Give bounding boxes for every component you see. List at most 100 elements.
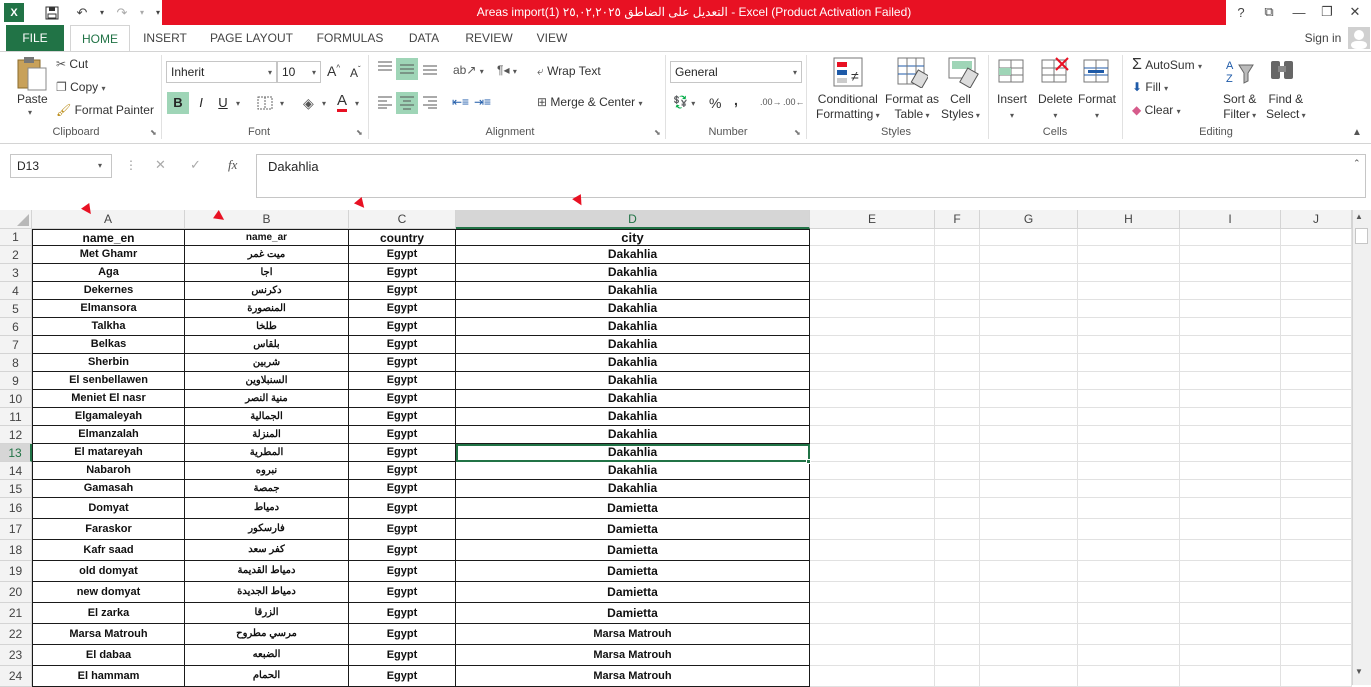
empty-cell[interactable]	[935, 372, 980, 390]
empty-cell[interactable]	[1180, 229, 1281, 246]
fill-handle[interactable]	[806, 459, 811, 464]
cell-b5[interactable]: المنصورة	[185, 300, 349, 318]
empty-cell[interactable]	[980, 372, 1078, 390]
insert-function-button[interactable]: fx	[228, 157, 237, 173]
row-header[interactable]: 8	[0, 354, 32, 372]
font-launcher-icon[interactable]: ⬊	[356, 128, 363, 137]
tab-view[interactable]: VIEW	[531, 25, 573, 51]
empty-cell[interactable]	[1281, 318, 1352, 336]
cell-a18[interactable]: Kafr saad	[32, 540, 185, 561]
empty-cell[interactable]	[1078, 519, 1180, 540]
empty-cell[interactable]	[810, 408, 935, 426]
empty-cell[interactable]	[935, 408, 980, 426]
cell-c2[interactable]: Egypt	[349, 246, 456, 264]
empty-cell[interactable]	[1078, 480, 1180, 498]
decrease-indent-icon[interactable]: ⇤≡	[452, 95, 469, 109]
cell-d2[interactable]: Dakahlia	[456, 246, 810, 264]
format-as-table-icon[interactable]	[896, 56, 930, 91]
cell-a3[interactable]: Aga	[32, 264, 185, 282]
cell-c7[interactable]: Egypt	[349, 336, 456, 354]
cell-d22[interactable]: Marsa Matrouh	[456, 624, 810, 645]
column-header-a[interactable]: A	[32, 210, 185, 229]
empty-cell[interactable]	[980, 498, 1078, 519]
empty-cell[interactable]	[1078, 624, 1180, 645]
cell-b6[interactable]: طلخا	[185, 318, 349, 336]
empty-cell[interactable]	[935, 540, 980, 561]
align-left-icon[interactable]	[377, 95, 393, 112]
empty-cell[interactable]	[935, 645, 980, 666]
empty-cell[interactable]	[810, 336, 935, 354]
empty-cell[interactable]	[980, 462, 1078, 480]
cell-styles-icon[interactable]	[947, 56, 979, 91]
empty-cell[interactable]	[810, 282, 935, 300]
redo-icon[interactable]: ↷	[112, 3, 132, 22]
increase-indent-icon[interactable]: ⇥≡	[474, 95, 491, 109]
empty-cell[interactable]	[1281, 246, 1352, 264]
empty-cell[interactable]	[1281, 336, 1352, 354]
paste-dropdown-icon[interactable]: ▾	[28, 108, 32, 117]
column-header-g[interactable]: G	[980, 210, 1078, 229]
cell-c23[interactable]: Egypt	[349, 645, 456, 666]
row-header[interactable]: 12	[0, 426, 32, 444]
empty-cell[interactable]	[810, 229, 935, 246]
empty-cell[interactable]	[935, 444, 980, 462]
row-header[interactable]: 24	[0, 666, 32, 687]
empty-cell[interactable]	[1281, 603, 1352, 624]
cell-d14[interactable]: Dakahlia	[456, 462, 810, 480]
empty-cell[interactable]	[1180, 372, 1281, 390]
empty-cell[interactable]	[980, 582, 1078, 603]
empty-cell[interactable]	[980, 666, 1078, 687]
empty-cell[interactable]	[1180, 444, 1281, 462]
cell-b22[interactable]: مرسي مطروح	[185, 624, 349, 645]
autosum-button[interactable]: Σ AutoSum ▾	[1132, 56, 1202, 74]
empty-cell[interactable]	[1281, 498, 1352, 519]
column-header-b[interactable]: B	[185, 210, 349, 229]
paste-button[interactable]: Paste	[17, 92, 48, 106]
empty-cell[interactable]	[1281, 264, 1352, 282]
cell-d16[interactable]: Damietta	[456, 498, 810, 519]
empty-cell[interactable]	[1281, 480, 1352, 498]
empty-cell[interactable]	[980, 540, 1078, 561]
cell-styles-button[interactable]: Cell Styles ▾	[941, 92, 980, 123]
insert-cells-icon[interactable]	[997, 56, 1027, 89]
fill-color-dropdown-icon[interactable]: ▾	[322, 99, 326, 108]
undo-icon[interactable]: ↶	[72, 3, 92, 22]
font-color-icon[interactable]: A	[337, 93, 348, 112]
cell-b23[interactable]: الضبعه	[185, 645, 349, 666]
cell-d10[interactable]: Dakahlia	[456, 390, 810, 408]
tab-file[interactable]: FILE	[6, 25, 64, 51]
format-painter-button[interactable]: 🖌 Format Painter	[56, 103, 154, 117]
empty-cell[interactable]	[1180, 561, 1281, 582]
empty-cell[interactable]	[810, 246, 935, 264]
orientation-icon[interactable]: ab↗ ▾	[453, 63, 484, 77]
empty-cell[interactable]	[980, 645, 1078, 666]
formula-input[interactable]: Dakahlia	[256, 154, 1366, 198]
empty-cell[interactable]	[1281, 519, 1352, 540]
decrease-decimal-icon[interactable]: .00←	[783, 97, 805, 107]
empty-cell[interactable]	[1281, 462, 1352, 480]
empty-cell[interactable]	[1078, 282, 1180, 300]
select-all-corner[interactable]	[0, 210, 32, 229]
delete-button[interactable]: Delete ▾	[1038, 92, 1073, 123]
empty-cell[interactable]	[810, 519, 935, 540]
italic-button[interactable]: I	[191, 92, 211, 114]
empty-cell[interactable]	[1180, 426, 1281, 444]
row-header[interactable]: 1	[0, 229, 32, 246]
cell-c17[interactable]: Egypt	[349, 519, 456, 540]
cell-d1[interactable]: city	[456, 229, 810, 246]
cell-b16[interactable]: دمياط	[185, 498, 349, 519]
tab-review[interactable]: REVIEW	[460, 25, 518, 51]
cell-b24[interactable]: الحمام	[185, 666, 349, 687]
cell-c12[interactable]: Egypt	[349, 426, 456, 444]
accounting-format-icon[interactable]: 💱 ▾	[673, 95, 695, 109]
empty-cell[interactable]	[935, 390, 980, 408]
cell-a6[interactable]: Talkha	[32, 318, 185, 336]
empty-cell[interactable]	[980, 229, 1078, 246]
cell-b21[interactable]: الزرقا	[185, 603, 349, 624]
clipboard-launcher-icon[interactable]: ⬊	[150, 128, 157, 137]
conditional-formatting-icon[interactable]: ≠	[832, 56, 864, 91]
percent-button[interactable]: %	[709, 95, 721, 111]
row-header[interactable]: 21	[0, 603, 32, 624]
empty-cell[interactable]	[935, 354, 980, 372]
empty-cell[interactable]	[1281, 666, 1352, 687]
